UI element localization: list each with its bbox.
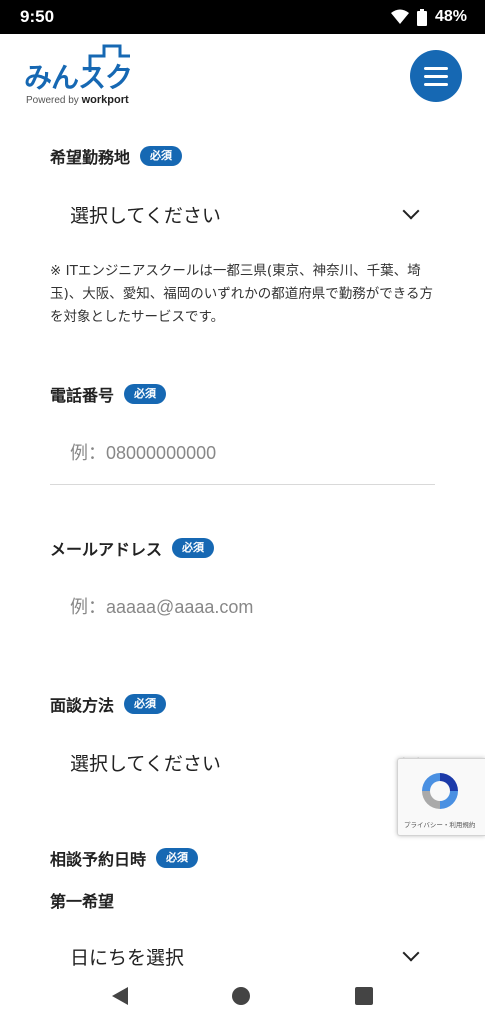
phone-underline — [50, 484, 435, 485]
wifi-icon — [390, 9, 409, 24]
required-badge: 必須 — [140, 146, 183, 166]
location-note: ※ ITエンジニアスクールは一都三県(東京、神奈川、千葉、埼玉)、大阪、愛知、福… — [50, 263, 433, 325]
brand-text: みんスク — [24, 61, 133, 94]
back-icon[interactable] — [112, 987, 129, 1005]
chevron-down-icon — [402, 202, 420, 220]
interview-method-label-row: 面談方法 必須 — [50, 692, 167, 716]
recaptcha-badge[interactable]: プライバシー・利用規約 — [397, 758, 485, 836]
status-icons: 48% — [390, 8, 467, 26]
recent-apps-icon[interactable] — [354, 987, 373, 1005]
powered-by: Powered by workport — [26, 94, 129, 106]
required-badge: 必須 — [124, 384, 167, 404]
email-label-row: メールアドレス 必須 — [50, 536, 215, 560]
required-badge: 必須 — [156, 848, 199, 868]
phone-label-row: 電話番号 必須 — [50, 382, 167, 406]
interview-method-select[interactable]: 選択してください — [50, 734, 435, 790]
work-location-select[interactable]: 選択してください — [50, 186, 435, 242]
select-value: 日にちを選択 — [70, 946, 185, 969]
required-badge: 必須 — [172, 538, 215, 558]
recaptcha-text: プライバシー・利用規約 — [404, 821, 476, 829]
work-location-label: 希望勤務地 — [50, 148, 131, 167]
interview-method-label: 面談方法 — [50, 696, 115, 715]
work-location-label-row: 希望勤務地 必須 — [50, 144, 183, 168]
email-label: メールアドレス — [50, 540, 163, 559]
battery-level: 48% — [434, 8, 467, 25]
home-icon[interactable] — [232, 987, 251, 1005]
consult-datetime-label-row: 相談予約日時 必須 — [50, 846, 199, 870]
battery-icon — [416, 8, 427, 26]
hamburger-menu-icon[interactable] — [410, 50, 462, 102]
first-choice-label: 第一希望 — [50, 892, 115, 911]
phone-label: 電話番号 — [50, 386, 115, 405]
select-value: 選択してください — [70, 752, 221, 775]
status-bar: 9:50 48% — [0, 0, 485, 34]
navigation-bar — [0, 968, 485, 1024]
consult-datetime-label: 相談予約日時 — [50, 850, 147, 869]
site-header: みんスク Powered by workport — [0, 34, 485, 116]
status-time: 9:50 — [20, 7, 55, 26]
phone-input[interactable]: 例：08000000000 — [50, 424, 435, 480]
required-badge: 必須 — [124, 694, 167, 714]
select-value: 選択してください — [70, 204, 221, 227]
email-input[interactable]: 例：aaaaa@aaaa.com — [50, 578, 435, 634]
recaptcha-icon — [422, 773, 458, 809]
chevron-down-icon — [402, 944, 420, 962]
brand-logo[interactable]: みんスク Powered by workport — [24, 44, 144, 108]
